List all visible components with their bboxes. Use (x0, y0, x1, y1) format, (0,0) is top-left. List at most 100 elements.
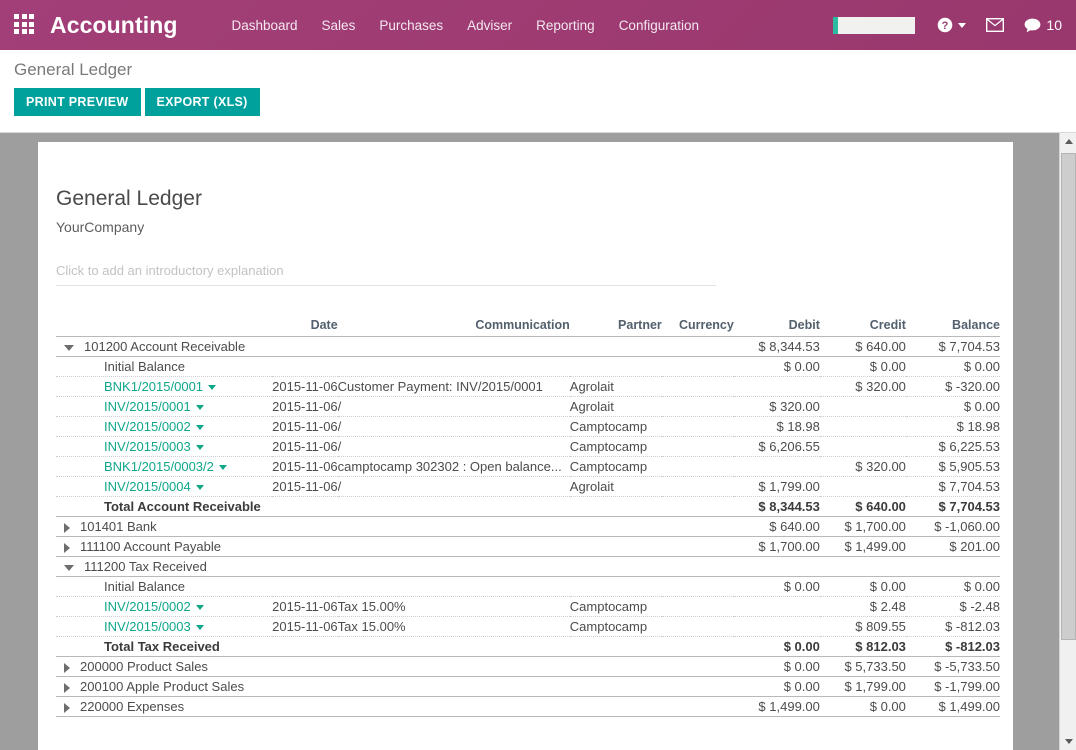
entry-communication-cell: / (338, 477, 570, 497)
entry-name-cell: INV/2015/0002 (56, 597, 272, 617)
account-row[interactable]: 101200 Account Receivable$ 8,344.53$ 640… (56, 337, 1000, 357)
account-row[interactable]: 101401 Bank$ 640.00$ 1,700.00$ -1,060.00 (56, 517, 1000, 537)
app-brand-title[interactable]: Accounting (50, 12, 178, 39)
entry-credit-cell: $ 320.00 (820, 377, 906, 397)
move-link[interactable]: INV/2015/0001 (104, 399, 191, 414)
column-header-partner: Partner (570, 318, 662, 337)
caret-right-icon[interactable] (64, 663, 70, 673)
scroll-up-button[interactable] (1060, 133, 1076, 150)
menu-item-reporting[interactable]: Reporting (524, 12, 607, 39)
entry-debit-cell: $ 6,206.55 (734, 437, 820, 457)
caret-down-icon[interactable] (196, 605, 204, 610)
caret-down-icon[interactable] (196, 485, 204, 490)
column-header-name (56, 318, 272, 337)
account-name-cell: 101200 Account Receivable (56, 337, 272, 357)
menu-item-dashboard[interactable]: Dashboard (220, 12, 310, 39)
main-menu: Dashboard Sales Purchases Adviser Report… (220, 12, 712, 39)
entry-credit-cell (820, 417, 906, 437)
table-header-row: Date Communication Partner Currency Debi… (56, 318, 1000, 337)
caret-down-icon[interactable] (219, 465, 227, 470)
mail-button[interactable] (986, 18, 1004, 32)
move-link[interactable]: INV/2015/0002 (104, 419, 191, 434)
caret-right-icon[interactable] (64, 683, 70, 693)
entry-currency-cell (662, 417, 734, 437)
general-ledger-table: Date Communication Partner Currency Debi… (56, 318, 1000, 717)
move-link[interactable]: INV/2015/0002 (104, 599, 191, 614)
caret-right-icon[interactable] (64, 523, 70, 533)
apps-grid-icon[interactable] (14, 14, 36, 36)
entry-communication-cell: Tax 15.00% (338, 617, 570, 637)
caret-right-icon[interactable] (64, 703, 70, 713)
entry-currency-cell (662, 637, 734, 657)
entry-communication-cell: camptocamp 302302 : Open balance... (338, 457, 570, 477)
table-row: INV/2015/00022015-11-06Tax 15.00%Camptoc… (56, 597, 1000, 617)
entry-debit-cell: $ 320.00 (734, 397, 820, 417)
entry-balance-cell: $ 18.98 (906, 417, 1000, 437)
scroll-down-button[interactable] (1060, 733, 1076, 750)
entry-partner-cell (570, 517, 662, 537)
entry-date-cell: 2015-11-06 (272, 377, 338, 397)
caret-down-icon[interactable] (196, 625, 204, 630)
move-link[interactable]: INV/2015/0004 (104, 479, 191, 494)
entry-date-cell: 2015-11-06 (272, 617, 338, 637)
report-intro-input[interactable]: Click to add an introductory explanation (56, 263, 716, 286)
account-name: 111100 Account Payable (80, 539, 221, 554)
entry-communication-cell (338, 497, 570, 517)
move-link[interactable]: BNK1/2015/0003/2 (104, 459, 214, 474)
entry-balance-cell: $ 7,704.53 (906, 497, 1000, 517)
chat-button[interactable]: 10 (1024, 18, 1062, 33)
account-name-cell: 111100 Account Payable (56, 537, 272, 557)
caret-down-icon[interactable] (208, 385, 216, 390)
entry-communication-cell (338, 517, 570, 537)
systray: ? 10 (833, 0, 1062, 50)
entry-name-cell: BNK1/2015/0003/2 (56, 457, 272, 477)
entry-currency-cell (662, 517, 734, 537)
entry-balance-cell: $ -812.03 (906, 617, 1000, 637)
total-row: Total Tax Received$ 0.00$ 812.03$ -812.0… (56, 637, 1000, 657)
caret-down-icon[interactable] (196, 445, 204, 450)
move-link[interactable]: INV/2015/0003 (104, 619, 191, 634)
account-row[interactable]: 200000 Product Sales$ 0.00$ 5,733.50$ -5… (56, 657, 1000, 677)
caret-down-icon[interactable] (196, 405, 204, 410)
account-row[interactable]: 111100 Account Payable$ 1,700.00$ 1,499.… (56, 537, 1000, 557)
entry-date-cell (272, 577, 338, 597)
move-link[interactable]: INV/2015/0003 (104, 439, 191, 454)
caret-right-icon[interactable] (64, 543, 70, 553)
print-preview-button[interactable]: PRINT PREVIEW (14, 88, 141, 116)
menu-item-purchases[interactable]: Purchases (367, 12, 455, 39)
column-header-currency: Currency (662, 318, 734, 337)
systray-input[interactable] (833, 17, 915, 34)
entry-credit-cell: $ 0.00 (820, 577, 906, 597)
vertical-scrollbar[interactable] (1059, 133, 1076, 750)
entry-name-cell: Initial Balance (56, 577, 272, 597)
menu-item-configuration[interactable]: Configuration (607, 12, 711, 39)
account-row[interactable]: 220000 Expenses$ 1,499.00$ 0.00$ 1,499.0… (56, 697, 1000, 717)
entry-credit-cell (820, 557, 906, 577)
entry-currency-cell (662, 497, 734, 517)
caret-down-icon[interactable] (64, 345, 74, 351)
export-xls-button[interactable]: EXPORT (XLS) (145, 88, 260, 116)
caret-down-icon[interactable] (196, 425, 204, 430)
entry-date-cell: 2015-11-06 (272, 457, 338, 477)
entry-debit-cell: $ 8,344.53 (734, 337, 820, 357)
entry-communication-cell: / (338, 417, 570, 437)
column-header-debit: Debit (734, 318, 820, 337)
entry-credit-cell: $ 1,499.00 (820, 537, 906, 557)
caret-down-icon[interactable] (64, 565, 74, 571)
help-menu-button[interactable]: ? (937, 17, 966, 33)
menu-item-sales[interactable]: Sales (310, 12, 368, 39)
entry-communication-cell (338, 537, 570, 557)
account-name: 101401 Bank (80, 519, 157, 534)
account-row[interactable]: 200100 Apple Product Sales$ 0.00$ 1,799.… (56, 677, 1000, 697)
entry-balance-cell: $ -5,733.50 (906, 657, 1000, 677)
entry-name-cell: INV/2015/0004 (56, 477, 272, 497)
move-link[interactable]: BNK1/2015/0001 (104, 379, 203, 394)
table-row: Initial Balance$ 0.00$ 0.00$ 0.00 (56, 577, 1000, 597)
scrollbar-thumb[interactable] (1061, 153, 1076, 640)
entry-communication-cell (338, 337, 570, 357)
account-row[interactable]: 111200 Tax Received (56, 557, 1000, 577)
table-row: INV/2015/00032015-11-06Tax 15.00%Camptoc… (56, 617, 1000, 637)
menu-item-adviser[interactable]: Adviser (455, 12, 524, 39)
account-name-cell: 220000 Expenses (56, 697, 272, 717)
breadcrumb[interactable]: General Ledger (14, 50, 1062, 88)
